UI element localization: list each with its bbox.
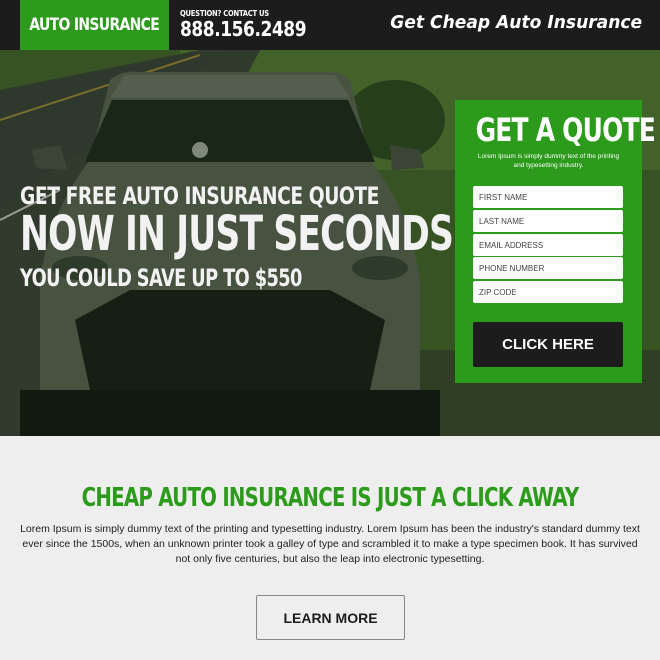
info-body: Lorem Ipsum is simply dummy text of the … — [20, 523, 640, 565]
quote-title: GET A QUOTE — [475, 111, 656, 149]
phone-number[interactable]: 888.156.2489 — [180, 18, 307, 40]
logo[interactable]: AUTO INSURANCE — [20, 0, 169, 50]
hero-line-2: NOW IN JUST SECONDS — [20, 206, 454, 262]
quote-subtitle: Lorem Ipsum is simply dummy text of the … — [477, 153, 620, 169]
quote-form: GET A QUOTE Lorem Ipsum is simply dummy … — [455, 100, 656, 383]
hero-line-3: YOU COULD SAVE UP TO $550 — [20, 264, 302, 292]
header-tagline: Get Cheap Auto Insurance — [390, 12, 642, 33]
click-here-button[interactable]: CLICK HERE — [473, 322, 623, 367]
last-name-field[interactable] — [473, 210, 623, 232]
contact-info: QUESTION? CONTACT US 888.156.2489 — [180, 9, 328, 40]
first-name-field[interactable] — [473, 186, 623, 208]
top-header: AUTO INSURANCE QUESTION? CONTACT US 888.… — [0, 0, 660, 50]
learn-more-button[interactable]: LEARN MORE — [256, 595, 405, 640]
email-field[interactable] — [473, 234, 623, 256]
zip-code-field[interactable] — [473, 281, 623, 303]
phone-field[interactable] — [473, 257, 623, 279]
info-title: CHEAP AUTO INSURANCE IS JUST A CLICK AWA… — [81, 483, 580, 513]
logo-text: AUTO INSURANCE — [29, 15, 161, 35]
info-section: CHEAP AUTO INSURANCE IS JUST A CLICK AWA… — [0, 436, 660, 660]
